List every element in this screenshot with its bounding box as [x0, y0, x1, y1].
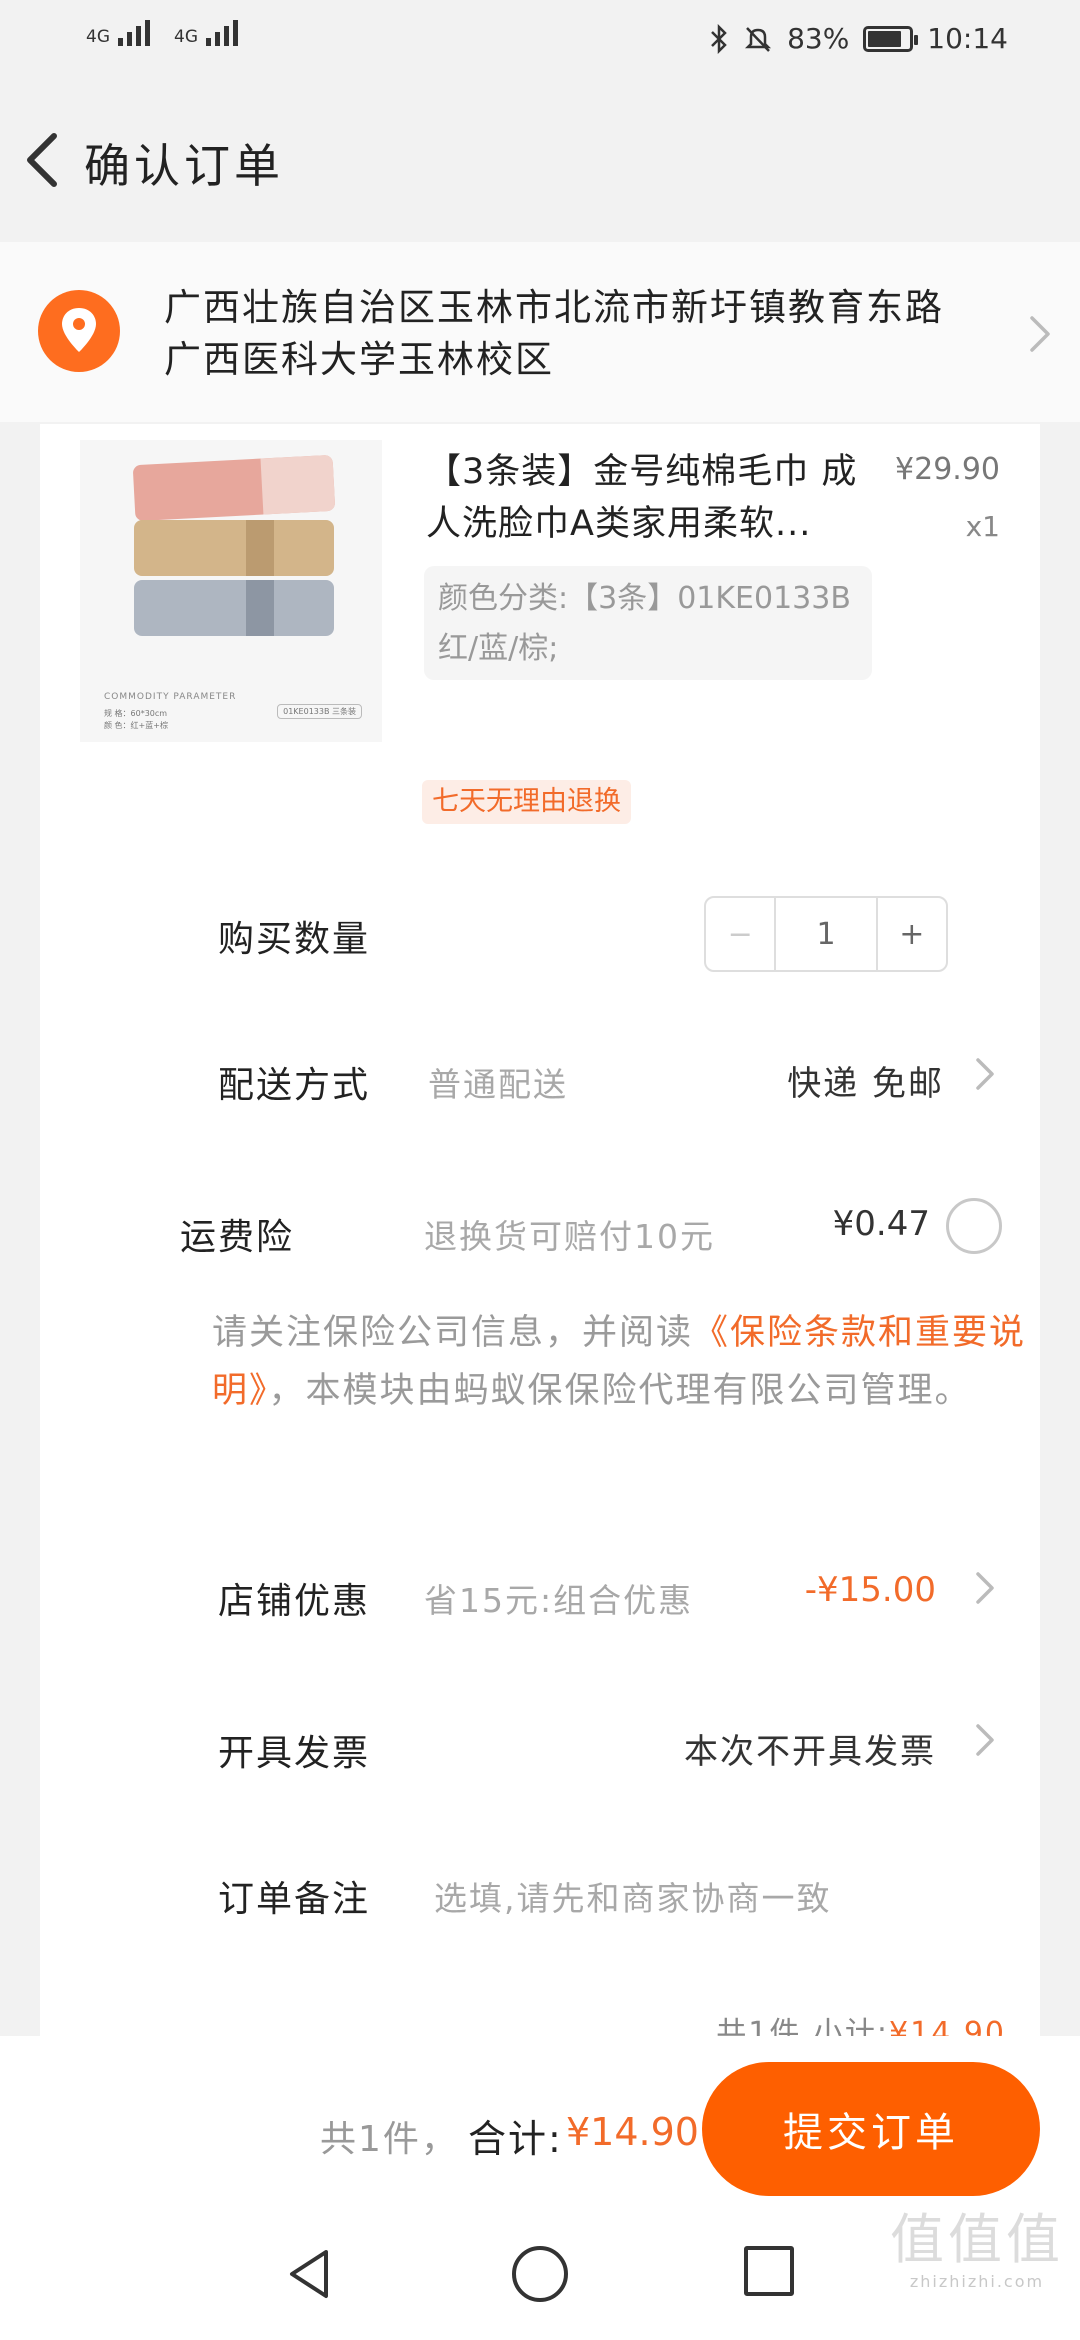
store-discount-label: 店铺优惠: [218, 1581, 371, 1622]
insurance-label: 运费险: [179, 1217, 294, 1258]
sku-line: 红/蓝/棕;: [438, 631, 559, 666]
signal-icon: 4G: [86, 20, 150, 46]
chevron-right-icon[interactable]: [974, 1722, 996, 1758]
location-pin-icon: [38, 290, 120, 372]
product-title-line: 人洗脸巾A类家用柔软...: [426, 504, 812, 544]
insurance-radio[interactable]: [946, 1198, 1002, 1254]
increase-button[interactable]: +: [878, 898, 946, 970]
recent-square-icon[interactable]: [744, 2246, 794, 2296]
signal-icon: 4G: [174, 20, 238, 46]
store-discount-sub: 省15元:组合优惠: [424, 1581, 694, 1620]
image-param-line: 规 格：60*30cm: [104, 709, 168, 718]
order-card: COMMODITY PARAMETER 规 格：60*30cm 颜 色：红+蓝+…: [40, 424, 1040, 2051]
sku-info: 颜色分类:【3条】01KE0133B 红/蓝/棕;: [424, 566, 872, 680]
home-circle-icon[interactable]: [512, 2246, 568, 2302]
towel-blue: [134, 580, 334, 636]
quantity-input[interactable]: 1: [776, 898, 878, 970]
insurance-price: ¥0.47: [832, 1204, 930, 1244]
notice-text: 请关注保险公司信息，并阅读: [212, 1313, 694, 1353]
page-title: 确认订单: [84, 139, 284, 193]
checkout-bar: 共1件， 合计: ¥14.90 提交订单: [0, 2036, 1080, 2200]
system-nav-bar: 值值值 zhizhizhi.com: [0, 2200, 1080, 2340]
submit-order-button[interactable]: 提交订单: [702, 2062, 1040, 2196]
battery-percent: 83%: [787, 22, 850, 55]
chevron-left-icon: [27, 133, 57, 187]
chevron-right-icon[interactable]: [974, 1570, 996, 1606]
store-discount-value[interactable]: -¥15.00: [805, 1570, 936, 1610]
mute-icon: [745, 26, 772, 52]
product-image[interactable]: COMMODITY PARAMETER 规 格：60*30cm 颜 色：红+蓝+…: [80, 440, 382, 742]
address-line: 广西医科大学玉林校区: [164, 338, 554, 381]
invoice-label: 开具发票: [218, 1733, 371, 1774]
towel-pink: [132, 454, 336, 522]
back-button[interactable]: [12, 120, 82, 200]
product-title[interactable]: 【3条装】金号纯棉毛巾 成 人洗脸巾A类家用柔软...: [426, 446, 916, 550]
order-note-label: 订单备注: [218, 1879, 371, 1920]
order-note-input[interactable]: 选填,请先和商家协商一致: [434, 1872, 832, 1920]
address-section[interactable]: 广西壮族自治区玉林市北流市新圩镇教育东路 广西医科大学玉林校区: [0, 242, 1080, 422]
image-param-line: 颜 色：红+蓝+棕: [104, 721, 168, 730]
page-header: 确认订单: [0, 80, 1080, 240]
notice-text: ，本模块由蚂蚁保保险代理有限公司管理。: [268, 1371, 972, 1411]
watermark-sub: zhizhizhi.com: [909, 2272, 1045, 2291]
invoice-value[interactable]: 本次不开具发票: [684, 1724, 936, 1773]
delivery-sub: 普通配送: [428, 1065, 568, 1104]
insurance-notice: 请关注保险公司信息，并阅读《保险条款和重要说明》，本模块由蚂蚁保保险代理有限公司…: [212, 1304, 1032, 1420]
return-policy-badge: 七天无理由退换: [422, 780, 631, 824]
chevron-right-icon: [1030, 316, 1050, 352]
address-text: 广西壮族自治区玉林市北流市新圩镇教育东路 广西医科大学玉林校区: [164, 282, 1004, 386]
delivery-label: 配送方式: [218, 1065, 371, 1106]
status-right: 83% 10:14: [709, 22, 1008, 55]
quantity-stepper[interactable]: − 1 +: [704, 896, 948, 972]
decrease-button[interactable]: −: [706, 898, 777, 970]
watermark: 值值值 zhizhizhi.com: [890, 2208, 1064, 2291]
total-label: 合计:: [468, 2117, 563, 2161]
clock: 10:14: [927, 22, 1008, 55]
insurance-sub: 退换货可赔付10元: [424, 1217, 715, 1256]
network-type: 4G: [86, 27, 110, 47]
quantity-label: 购买数量: [218, 919, 371, 960]
sku-line: 颜色分类:【3条】01KE0133B: [438, 581, 851, 616]
signal-group: 4G 4G: [86, 20, 238, 46]
image-param-badge: 01KE0133B 三条装: [277, 704, 362, 719]
product-quantity: x1: [965, 510, 1000, 543]
total-amount: ¥14.90: [566, 2110, 699, 2154]
battery-icon: [863, 25, 919, 52]
product-title-line: 【3条装】金号纯棉毛巾 成: [426, 452, 858, 492]
back-triangle-icon[interactable]: [282, 2246, 338, 2302]
network-type: 4G: [174, 27, 198, 47]
product-price: ¥29.90: [895, 452, 1000, 487]
towel-brown: [134, 520, 334, 576]
total-count: 共1件，: [320, 2119, 459, 2160]
status-bar: 4G 4G 83% 10:14: [0, 0, 1080, 80]
delivery-value[interactable]: 快递 免邮: [787, 1056, 944, 1105]
image-param-title: COMMODITY PARAMETER: [104, 692, 237, 702]
address-line: 广西壮族自治区玉林市北流市新圩镇教育东路: [164, 286, 944, 329]
chevron-right-icon[interactable]: [974, 1056, 996, 1092]
bluetooth-icon: [711, 23, 727, 54]
watermark-main: 值值值: [890, 2208, 1064, 2271]
